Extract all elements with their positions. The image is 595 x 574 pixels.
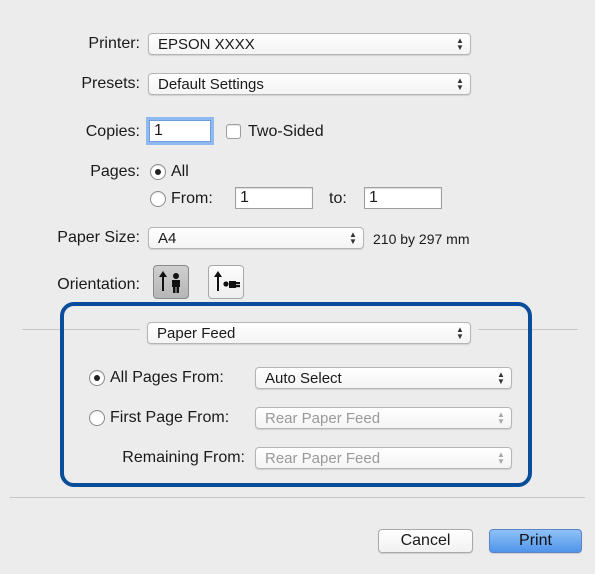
print-button[interactable]: Print bbox=[489, 529, 582, 553]
pages-to-field[interactable]: 1 bbox=[364, 187, 442, 209]
printer-value: EPSON XXXX bbox=[158, 35, 255, 53]
printer-popup[interactable]: EPSON XXXX ▲ ▼ bbox=[148, 33, 471, 55]
paper-size-popup[interactable]: A4 ▲ ▼ bbox=[148, 227, 364, 249]
pages-from-field[interactable]: 1 bbox=[235, 187, 313, 209]
pages-all-label: All bbox=[171, 163, 189, 180]
orientation-label: Orientation: bbox=[57, 276, 140, 293]
paper-dimensions: 210 by 297 mm bbox=[373, 231, 470, 247]
popup-arrows-icon: ▲ ▼ bbox=[349, 230, 357, 246]
pages-from-radio[interactable] bbox=[150, 191, 166, 207]
portrait-orientation-button[interactable] bbox=[153, 265, 189, 299]
presets-label: Presets: bbox=[81, 75, 140, 92]
popup-arrows-icon: ▲ ▼ bbox=[456, 36, 464, 52]
landscape-person-icon bbox=[214, 271, 240, 291]
pages-to-label: to: bbox=[329, 190, 347, 207]
copies-field[interactable]: 1 bbox=[149, 120, 211, 142]
two-sided-checkbox[interactable] bbox=[226, 124, 241, 139]
copies-label: Copies: bbox=[85, 123, 140, 140]
cancel-button[interactable]: Cancel bbox=[378, 529, 473, 553]
paper-feed-highlight-frame bbox=[60, 302, 532, 487]
presets-value: Default Settings bbox=[158, 75, 264, 93]
pages-from-label: From: bbox=[171, 190, 213, 207]
presets-popup[interactable]: Default Settings ▲ ▼ bbox=[148, 73, 471, 95]
landscape-orientation-button[interactable] bbox=[208, 265, 244, 299]
printer-label: Printer: bbox=[88, 35, 140, 52]
portrait-person-icon bbox=[159, 271, 180, 293]
paper-size-value: A4 bbox=[158, 229, 177, 247]
pages-label: Pages: bbox=[90, 163, 140, 180]
paper-size-label: Paper Size: bbox=[57, 229, 140, 246]
two-sided-label: Two-Sided bbox=[248, 123, 324, 140]
footer-divider bbox=[10, 497, 585, 498]
popup-arrows-icon: ▲ ▼ bbox=[456, 76, 464, 92]
pages-all-radio[interactable] bbox=[150, 164, 166, 180]
